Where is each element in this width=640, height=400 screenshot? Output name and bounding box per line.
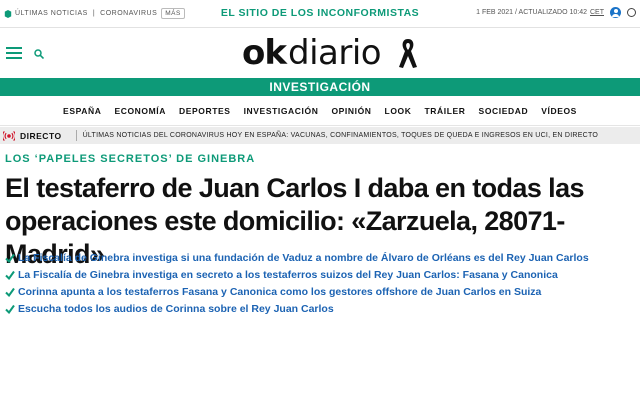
breaking-headline[interactable]: ÚLTIMAS NOTICIAS DEL CORONAVIRUS HOY EN … bbox=[83, 132, 598, 139]
nav-item-opinion[interactable]: OPINIÓN bbox=[331, 106, 371, 116]
main-nav: ESPAÑA ECONOMÍA DEPORTES INVESTIGACIÓN O… bbox=[0, 96, 640, 126]
menu-icon[interactable] bbox=[6, 47, 22, 59]
breaking-divider bbox=[75, 130, 77, 141]
related-links: La Fiscalía de Ginebra investiga si una … bbox=[5, 249, 635, 317]
live-label: DIRECTO bbox=[20, 130, 62, 141]
nav-item-investigacion[interactable]: INVESTIGACIÓN bbox=[244, 106, 319, 116]
more-button[interactable]: MÁS bbox=[161, 8, 185, 19]
nav-item-deportes[interactable]: DEPORTES bbox=[179, 106, 231, 116]
breaking-news-bar[interactable]: DIRECTO ÚLTIMAS NOTICIAS DEL CORONAVIRUS… bbox=[0, 127, 640, 144]
site-logo[interactable]: ok diario bbox=[242, 33, 382, 73]
related-link-text[interactable]: La Fiscalía de Ginebra investiga en secr… bbox=[18, 269, 558, 281]
top-link-separator: | bbox=[92, 10, 96, 17]
related-link-text[interactable]: La Fiscalía de Ginebra investiga si una … bbox=[18, 252, 589, 264]
related-link-text[interactable]: Escucha todos los audios de Corinna sobr… bbox=[18, 303, 334, 315]
user-icon[interactable] bbox=[610, 7, 621, 18]
link-ultimas-noticias[interactable]: ÚLTIMAS NOTICIAS bbox=[15, 10, 88, 17]
top-date: 1 FEB 2021 / ACTUALIZADO 10:42 CET bbox=[476, 7, 636, 18]
article-kicker: LOS ‘PAPELES SECRETOS’ DE GINEBRA bbox=[5, 153, 256, 165]
nav-item-espana[interactable]: ESPAÑA bbox=[63, 106, 101, 116]
date-updated: 1 FEB 2021 / ACTUALIZADO 10:42 bbox=[476, 9, 587, 16]
news-icon bbox=[4, 9, 12, 18]
mourning-ribbon-icon bbox=[399, 39, 417, 68]
live-icon bbox=[3, 130, 15, 141]
search-icon[interactable] bbox=[627, 8, 636, 17]
top-bar: ÚLTIMAS NOTICIAS | CORONAVIRUS MÁS EL SI… bbox=[0, 0, 640, 28]
related-link[interactable]: Corinna apunta a los testaferros Fasana … bbox=[5, 283, 635, 300]
nav-item-trailer[interactable]: TRÁILER bbox=[425, 106, 466, 116]
check-icon bbox=[5, 253, 15, 263]
related-link-text[interactable]: Corinna apunta a los testaferros Fasana … bbox=[18, 286, 541, 298]
logo-diario: diario bbox=[287, 33, 382, 73]
logo-ok: ok bbox=[242, 33, 287, 73]
link-coronavirus[interactable]: CORONAVIRUS bbox=[100, 10, 157, 17]
nav-item-sociedad[interactable]: SOCIEDAD bbox=[479, 106, 529, 116]
related-link[interactable]: La Fiscalía de Ginebra investiga si una … bbox=[5, 249, 635, 266]
check-icon bbox=[5, 287, 15, 297]
top-links: ÚLTIMAS NOTICIAS | CORONAVIRUS MÁS bbox=[4, 8, 185, 19]
check-icon bbox=[5, 304, 15, 314]
check-icon bbox=[5, 270, 15, 280]
search-icon[interactable] bbox=[34, 49, 44, 59]
nav-item-look[interactable]: LOOK bbox=[385, 106, 412, 116]
section-band[interactable]: INVESTIGACIÓN bbox=[0, 78, 640, 96]
nav-item-videos[interactable]: VÍDEOS bbox=[541, 106, 577, 116]
nav-item-economia[interactable]: ECONOMÍA bbox=[114, 106, 166, 116]
related-link[interactable]: Escucha todos los audios de Corinna sobr… bbox=[5, 300, 635, 317]
related-link[interactable]: La Fiscalía de Ginebra investiga en secr… bbox=[5, 266, 635, 283]
timezone-link[interactable]: CET bbox=[590, 9, 604, 16]
